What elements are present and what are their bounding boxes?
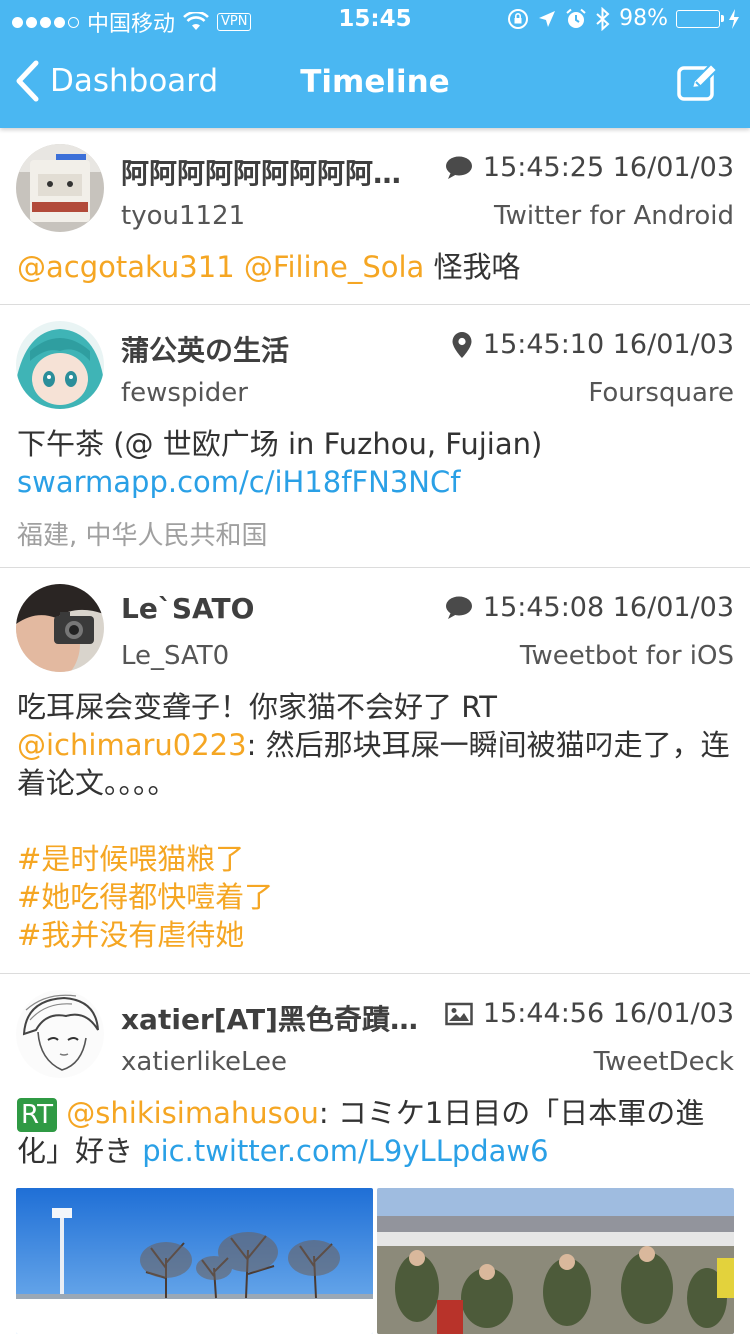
client-name: TweetDeck bbox=[593, 1047, 734, 1077]
screen-name: Le_SAT0 bbox=[121, 641, 230, 671]
screen-name: fewspider bbox=[121, 378, 248, 408]
display-name: Le`SATO bbox=[121, 592, 255, 625]
location-arrow-icon bbox=[539, 10, 556, 27]
image-icon bbox=[445, 1002, 473, 1025]
timeline-list: 阿阿阿阿阿阿阿阿阿… 15:45:25 16/01/03 tyou1121 Tw… bbox=[0, 128, 750, 1334]
mention-link[interactable]: @ichimaru0223 bbox=[17, 728, 247, 762]
tweet-timestamp: 15:44:56 16/01/03 bbox=[482, 998, 734, 1029]
chevron-left-icon bbox=[16, 60, 39, 102]
client-name: Foursquare bbox=[588, 378, 734, 408]
compose-button[interactable] bbox=[676, 62, 720, 106]
alarm-icon bbox=[566, 8, 586, 28]
tweet-photo-thumbnail[interactable] bbox=[377, 1188, 734, 1334]
tweet-text: RT @shikisimahusou: コミケ1日目の「日本軍の進化」好き pi… bbox=[17, 1094, 733, 1170]
tweet-text: 吃耳屎会变聋子！你家猫不会好了 RT @ichimaru0223: 然后那块耳屎… bbox=[17, 688, 733, 954]
mention-link[interactable]: @Filine_Sola bbox=[244, 250, 424, 284]
hashtag-link[interactable]: #是时候喂猫粮了 bbox=[17, 840, 733, 878]
top-bar: 中国移动 VPN 15:45 98% Dashboard Timeline bbox=[0, 0, 750, 128]
display-name: xatier[AT]黑色奇蹟←… bbox=[121, 1003, 437, 1036]
tweet-text: @acgotaku311 @Filine_Sola 怪我咯 bbox=[17, 248, 733, 286]
avatar[interactable] bbox=[16, 321, 104, 409]
tweet-text-segment: 吃耳屎会变聋子！你家猫不会好了 RT bbox=[17, 690, 497, 724]
tweet-timestamp: 15:45:10 16/01/03 bbox=[482, 329, 734, 360]
display-name: 阿阿阿阿阿阿阿阿阿… bbox=[121, 157, 402, 190]
url-link[interactable]: pic.twitter.com/L9yLLpdaw6 bbox=[142, 1134, 548, 1168]
tweet-cell[interactable]: Le`SATO 15:45:08 16/01/03 Le_SAT0 Tweetb… bbox=[0, 568, 750, 974]
tweet-text-line: 下午茶 (@ 世欧广场 in Fuzhou, Fujian) bbox=[17, 427, 543, 461]
battery-icon bbox=[676, 9, 724, 28]
back-label: Dashboard bbox=[50, 63, 219, 99]
client-name: Tweetbot for iOS bbox=[519, 641, 734, 671]
avatar[interactable] bbox=[16, 990, 104, 1078]
location-pin-icon bbox=[452, 331, 472, 358]
tweet-timestamp: 15:45:08 16/01/03 bbox=[482, 592, 734, 623]
tweet-timestamp: 15:45:25 16/01/03 bbox=[482, 152, 734, 183]
back-button[interactable]: Dashboard bbox=[14, 60, 218, 102]
status-bar: 中国移动 VPN 15:45 98% bbox=[0, 0, 750, 40]
tweet-cell[interactable]: 蒲公英の生活 15:45:10 16/01/03 fewspider Fours… bbox=[0, 305, 750, 568]
speech-bubble-icon bbox=[445, 596, 472, 619]
rotation-lock-icon bbox=[508, 8, 529, 29]
bluetooth-icon bbox=[596, 6, 610, 31]
hashtag-link[interactable]: #我并没有虐待她 bbox=[17, 916, 733, 954]
speech-bubble-icon bbox=[445, 156, 472, 179]
navigation-bar: Dashboard Timeline bbox=[0, 40, 750, 128]
display-name: 蒲公英の生活 bbox=[121, 334, 290, 367]
tweet-location[interactable]: 福建, 中华人民共和国 bbox=[17, 515, 268, 552]
avatar[interactable] bbox=[16, 584, 104, 672]
tweet-cell[interactable]: 阿阿阿阿阿阿阿阿阿… 15:45:25 16/01/03 tyou1121 Tw… bbox=[0, 128, 750, 305]
screen-name: xatierlikeLee bbox=[121, 1047, 288, 1077]
retweet-badge: RT bbox=[17, 1098, 58, 1132]
tweet-text-segment: 怪我咯 bbox=[424, 250, 521, 284]
mention-link[interactable]: @shikisimahusou bbox=[66, 1096, 319, 1130]
screen-name: tyou1121 bbox=[121, 201, 246, 231]
client-name: Twitter for Android bbox=[494, 201, 734, 231]
compose-icon bbox=[677, 62, 719, 101]
battery-percent: 98% bbox=[619, 6, 668, 31]
tweet-text: 下午茶 (@ 世欧广场 in Fuzhou, Fujian) swarmapp.… bbox=[17, 425, 733, 501]
mention-link[interactable]: @acgotaku311 bbox=[17, 250, 235, 284]
hashtag-link[interactable]: #她吃得都快噎着了 bbox=[17, 878, 733, 916]
avatar[interactable] bbox=[16, 144, 104, 232]
tweet-photo-thumbnail[interactable] bbox=[16, 1188, 373, 1334]
charging-bolt-icon bbox=[729, 8, 739, 29]
url-link[interactable]: swarmapp.com/c/iH18fFN3NCf bbox=[17, 465, 460, 499]
